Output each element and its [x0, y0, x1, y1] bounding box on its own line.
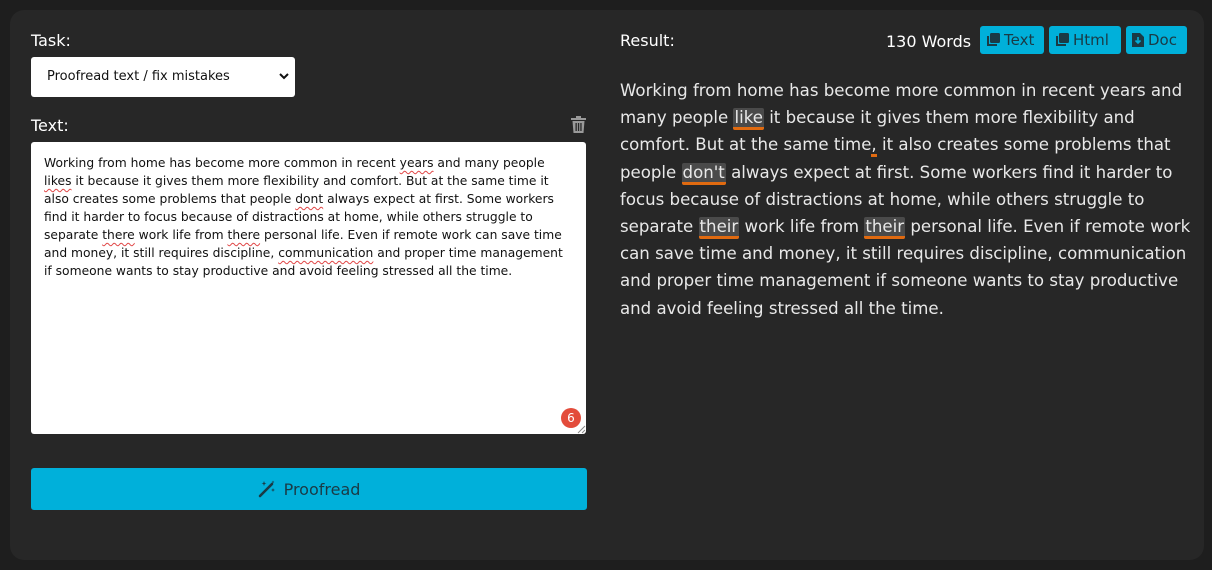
- copy-icon: [987, 33, 1000, 46]
- text-segment: work life from: [134, 228, 228, 242]
- text-segment: Working from home has become more common…: [44, 156, 400, 170]
- download-icon: [1132, 33, 1144, 47]
- download-doc-button[interactable]: Doc: [1126, 26, 1187, 54]
- proofread-button[interactable]: Proofread: [31, 468, 587, 510]
- text-segment: and many people: [433, 156, 545, 170]
- result-label: Result:: [620, 31, 675, 50]
- task-label: Task:: [31, 31, 71, 50]
- result-segment: work life from: [739, 217, 865, 237]
- copy-text-button[interactable]: Text: [980, 26, 1044, 54]
- trash-icon[interactable]: [571, 116, 586, 133]
- task-select[interactable]: Proofread text / fix mistakes: [31, 57, 295, 97]
- download-doc-label: Doc: [1148, 31, 1177, 49]
- text-input[interactable]: Working from home has become more common…: [31, 142, 586, 434]
- text-label: Text:: [31, 116, 69, 135]
- corrected-word[interactable]: their: [864, 217, 906, 240]
- misspelled-word[interactable]: there: [102, 228, 135, 242]
- copy-text-label: Text: [1004, 31, 1035, 49]
- misspelled-word[interactable]: likes: [44, 174, 72, 188]
- misspelled-word[interactable]: there: [228, 228, 261, 242]
- word-count: 130 Words: [886, 32, 972, 51]
- corrected-word[interactable]: like: [733, 108, 764, 131]
- copy-icon: [1056, 33, 1069, 46]
- corrected-word[interactable]: their: [698, 217, 740, 240]
- text-input-content: Working from home has become more common…: [44, 156, 563, 278]
- task-select-value: Proofread text / fix mistakes: [47, 69, 230, 84]
- misspelled-word[interactable]: communication: [278, 246, 373, 260]
- result-text: Working from home has become more common…: [620, 77, 1192, 322]
- magic-wand-icon: [258, 480, 275, 498]
- resize-grip-icon[interactable]: [576, 424, 586, 434]
- corrected-word[interactable]: don't: [681, 162, 726, 185]
- main-panel: Task: Proofread text / fix mistakes Text…: [10, 10, 1204, 560]
- chevron-down-icon: [279, 73, 289, 80]
- proofread-button-label: Proofread: [283, 479, 361, 499]
- misspelled-word[interactable]: dont: [295, 192, 323, 206]
- copy-html-label: Html: [1073, 31, 1109, 49]
- copy-html-button[interactable]: Html: [1049, 26, 1121, 54]
- misspelled-word[interactable]: years: [400, 156, 434, 170]
